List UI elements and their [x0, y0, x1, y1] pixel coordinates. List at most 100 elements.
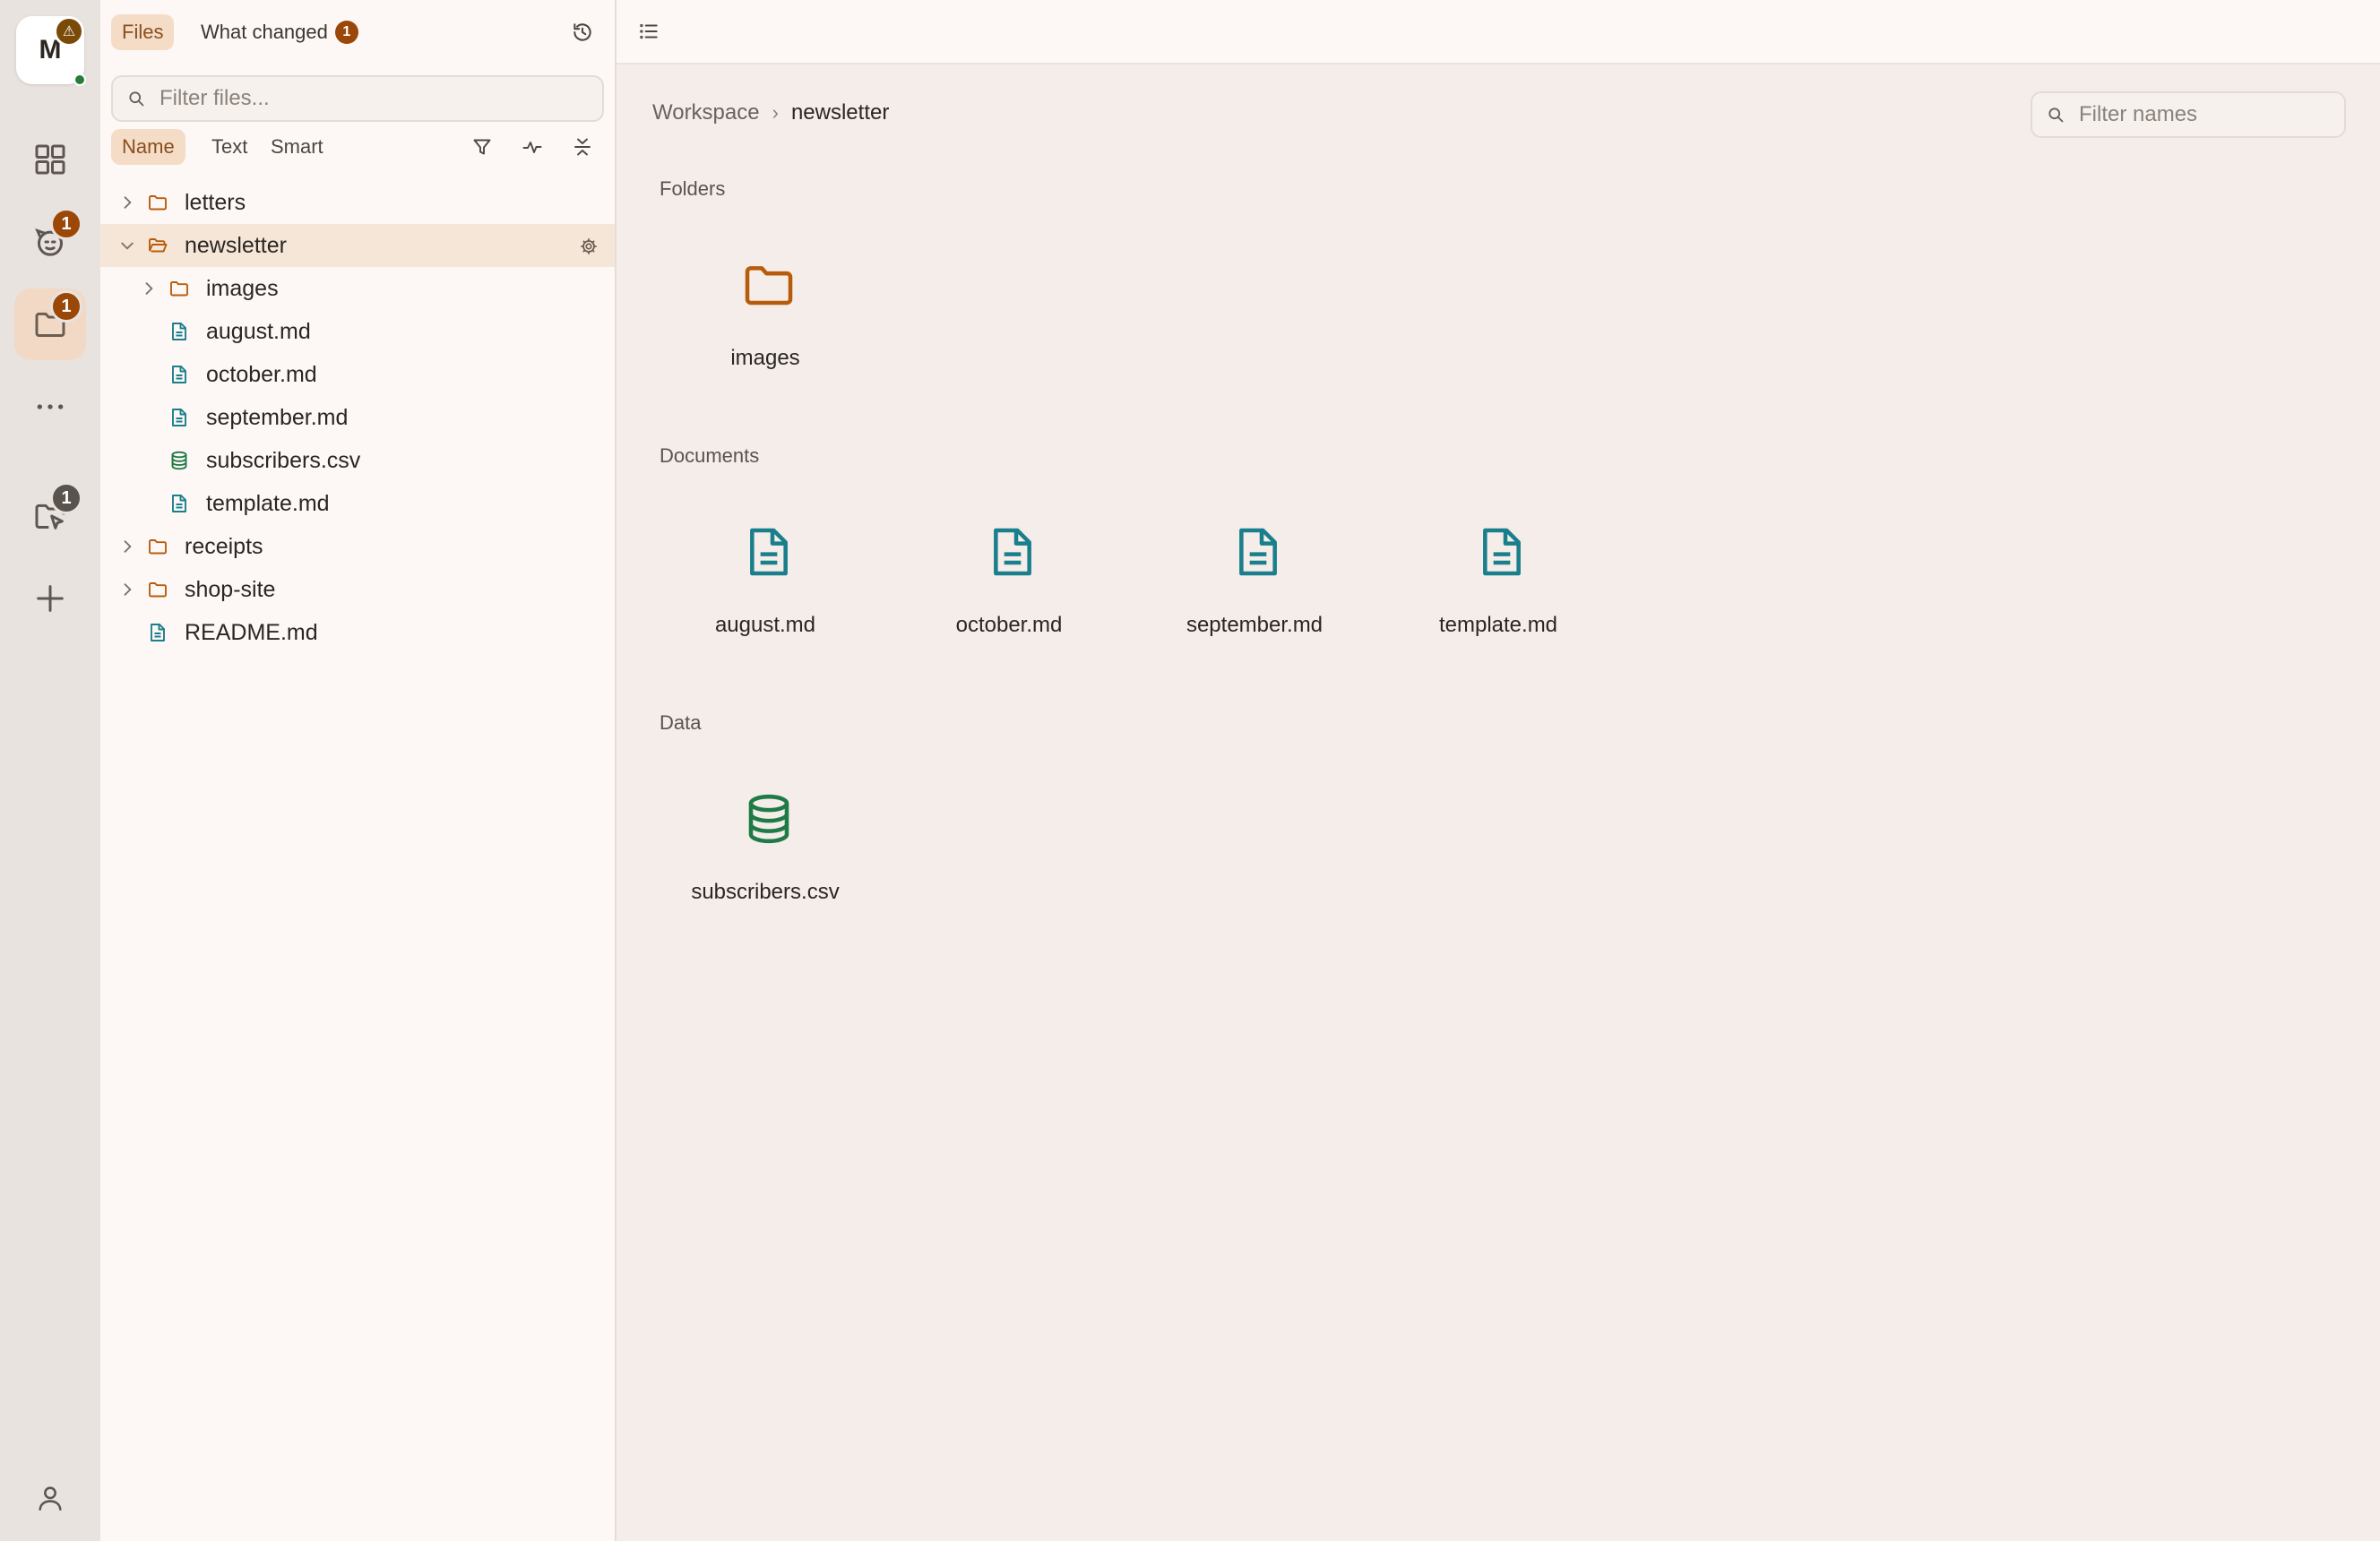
breadcrumb-separator: ›: [772, 101, 779, 124]
warning-icon: ⚠: [54, 16, 84, 47]
dashboard-button[interactable]: [14, 124, 86, 195]
tree-item-label: template.md: [206, 490, 330, 516]
tree-item-label: newsletter: [185, 232, 287, 258]
breadcrumb-workspace[interactable]: Workspace: [652, 100, 760, 125]
app-rail: M ⚠ 1 1 1: [0, 0, 101, 1541]
tree-item-receipts[interactable]: receipts: [100, 525, 615, 568]
tile-label: subscribers.csv: [691, 880, 840, 904]
tree-item-label: august.md: [206, 318, 311, 344]
sort-by-name[interactable]: Name: [111, 129, 185, 165]
folder-icon: [149, 582, 167, 598]
sort-by-text[interactable]: Text: [201, 129, 258, 165]
folder-icon: [149, 195, 167, 211]
toggle-outline-button[interactable]: [631, 13, 667, 49]
document-tile-october[interactable]: october.md: [901, 523, 1117, 667]
name-filter-input[interactable]: [2077, 101, 2344, 128]
document-tile-template[interactable]: template.md: [1391, 523, 1606, 667]
tab-files-label: Files: [122, 21, 164, 43]
tile-label: images: [730, 346, 800, 370]
tree-item-newsletter[interactable]: newsletter: [100, 224, 615, 267]
document-icon: [172, 495, 186, 512]
tree-item-august[interactable]: august.md: [100, 310, 615, 353]
database-icon: [748, 794, 789, 844]
document-tile-august[interactable]: august.md: [658, 523, 873, 667]
folder-open-icon: [149, 238, 168, 253]
main-panel: Workspace › newsletter Folders images Do…: [617, 0, 2380, 1541]
section-label-folders: Folders: [660, 177, 726, 200]
tree-item-september[interactable]: september.md: [100, 396, 615, 439]
tree-item-template[interactable]: template.md: [100, 482, 615, 525]
folder-icon: [745, 266, 793, 306]
top-bar: [617, 0, 2380, 65]
folder-icon: [170, 281, 188, 297]
account-icon: [39, 1486, 62, 1511]
tree-item-readme[interactable]: README.md: [100, 611, 615, 654]
tile-label: october.md: [955, 613, 1063, 637]
history-button[interactable]: [565, 14, 600, 50]
sort-name-label: Name: [122, 135, 175, 158]
search-icon: [129, 91, 144, 107]
file-tree: letters newsletter images august.md octo…: [100, 181, 615, 654]
breadcrumb: Workspace › newsletter: [652, 100, 889, 125]
filter-icon: [473, 139, 491, 155]
search-icon: [2048, 108, 2064, 123]
document-icon: [1239, 528, 1277, 576]
tree-item-label: october.md: [206, 361, 317, 387]
tree-item-label: shop-site: [185, 576, 276, 602]
tab-what-changed[interactable]: What changed 1: [190, 14, 369, 50]
add-workspace-button[interactable]: [14, 563, 86, 634]
tree-item-label: README.md: [185, 619, 318, 645]
assistant-badge: 1: [50, 208, 82, 240]
tile-label: september.md: [1186, 613, 1324, 637]
tile-label: august.md: [714, 613, 816, 637]
tree-item-shop-site[interactable]: shop-site: [100, 568, 615, 611]
file-filter-input[interactable]: [158, 85, 602, 112]
section-label-documents: Documents: [660, 444, 760, 467]
chevron-right-icon: [124, 196, 132, 209]
database-icon: [171, 451, 187, 470]
review-badge: 1: [50, 482, 82, 514]
more-icon: [37, 404, 64, 409]
more-button[interactable]: [14, 371, 86, 443]
sort-by-smart[interactable]: Smart: [260, 129, 334, 165]
folder-settings-icon[interactable]: [579, 237, 599, 256]
tree-item-label: receipts: [185, 533, 263, 559]
tile-label: template.md: [1438, 613, 1558, 637]
document-icon: [172, 409, 186, 426]
tree-item-label: subscribers.csv: [206, 447, 361, 473]
sort-smart-label: Smart: [271, 135, 323, 158]
sort-text-label: Text: [211, 135, 248, 158]
tab-files[interactable]: Files: [111, 14, 175, 50]
section-label-data: Data: [660, 711, 702, 734]
chevron-down-icon: [121, 242, 134, 250]
tree-item-label: september.md: [206, 404, 349, 430]
tree-item-subscribers[interactable]: subscribers.csv: [100, 439, 615, 482]
document-tile-september[interactable]: september.md: [1147, 523, 1362, 667]
collapse-all-button[interactable]: [565, 129, 600, 165]
add-icon: [37, 585, 64, 612]
tree-item-october[interactable]: october.md: [100, 353, 615, 396]
chevron-right-icon: [145, 282, 153, 295]
document-icon: [994, 528, 1031, 576]
tree-item-label: images: [206, 275, 279, 301]
what-changed-count: 1: [334, 21, 358, 44]
online-status-dot: [73, 73, 86, 86]
tab-what-changed-label: What changed: [201, 21, 328, 43]
files-badge: 1: [50, 290, 82, 323]
data-tile-subscribers[interactable]: subscribers.csv: [658, 790, 873, 934]
tree-item-label: letters: [185, 189, 246, 215]
chevron-right-icon: [124, 540, 132, 553]
activity-button[interactable]: [514, 129, 550, 165]
filter-button[interactable]: [464, 129, 500, 165]
document-icon: [750, 528, 788, 576]
folder-icon: [149, 539, 167, 555]
document-icon: [1483, 528, 1521, 576]
tree-item-letters[interactable]: letters: [100, 181, 615, 224]
tree-item-images[interactable]: images: [100, 267, 615, 310]
dashboard-icon: [35, 144, 65, 175]
file-filter-field: [111, 75, 604, 122]
document-icon: [172, 366, 186, 383]
activity-icon: [522, 142, 542, 153]
folder-tile-images[interactable]: images: [658, 256, 873, 400]
account-button[interactable]: [14, 1462, 86, 1534]
